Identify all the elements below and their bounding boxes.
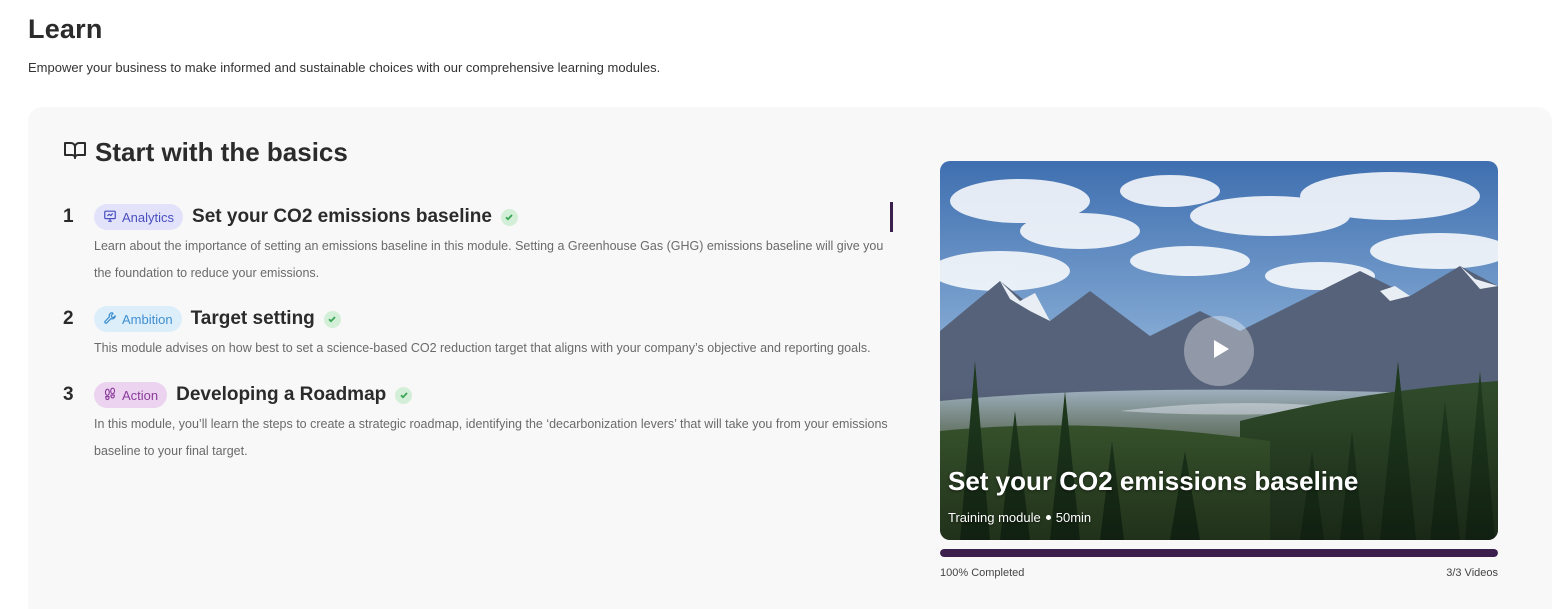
footprints-icon xyxy=(103,387,117,404)
video-type: Training module xyxy=(948,510,1041,525)
tag-label: Ambition xyxy=(122,311,173,327)
module-description: Learn about the importance of setting an… xyxy=(94,239,884,280)
video-duration: 50min xyxy=(1055,510,1092,525)
play-button[interactable] xyxy=(1184,316,1254,386)
progress-fill xyxy=(940,549,1498,557)
module-list: 1 Analytics Set your CO2 emissions basel… xyxy=(63,202,893,480)
section-header: Start with the basics xyxy=(63,137,348,168)
module-description: This module advises on how best to set a… xyxy=(94,341,871,355)
module-item[interactable]: 3 Action Developing a Roadmap In this mo… xyxy=(63,380,893,480)
video-player[interactable]: Set your CO2 emissions baseline Training… xyxy=(940,161,1498,540)
separator-dot xyxy=(1045,515,1051,520)
progress-label: 100% Completed xyxy=(940,567,1025,579)
module-title[interactable]: Target setting xyxy=(191,308,315,330)
progress-bar xyxy=(940,549,1498,557)
video-title: Set your CO2 emissions baseline xyxy=(948,466,1359,496)
learning-panel: Start with the basics 1 Analytics Set yo… xyxy=(28,107,1552,609)
module-item[interactable]: 2 Ambition Target setting This module ad… xyxy=(63,304,893,380)
check-icon xyxy=(395,386,413,404)
video-meta: Training module 50min xyxy=(948,510,1091,525)
tag-ambition: Ambition xyxy=(94,306,182,332)
tag-analytics: Analytics xyxy=(94,204,184,230)
module-number: 1 xyxy=(63,206,74,227)
module-title[interactable]: Developing a Roadmap xyxy=(176,384,386,406)
page-subtitle: Empower your business to make informed a… xyxy=(28,60,661,75)
book-icon xyxy=(63,138,87,167)
check-icon xyxy=(323,310,341,328)
module-title[interactable]: Set your CO2 emissions baseline xyxy=(192,206,492,228)
check-icon xyxy=(500,208,518,226)
active-indicator xyxy=(890,202,893,232)
progress-count: 3/3 Videos xyxy=(1446,567,1498,579)
presentation-icon xyxy=(103,209,117,226)
section-title: Start with the basics xyxy=(95,137,348,167)
module-description: In this module, you’ll learn the steps t… xyxy=(94,417,888,458)
tag-label: Action xyxy=(122,387,159,403)
tag-action: Action xyxy=(94,382,168,408)
module-number: 3 xyxy=(63,384,74,405)
module-item[interactable]: 1 Analytics Set your CO2 emissions basel… xyxy=(63,202,893,304)
tag-label: Analytics xyxy=(122,209,175,225)
wrench-icon xyxy=(103,311,117,328)
page-title: Learn xyxy=(28,14,103,44)
play-icon xyxy=(1207,339,1231,364)
module-number: 2 xyxy=(63,308,74,329)
